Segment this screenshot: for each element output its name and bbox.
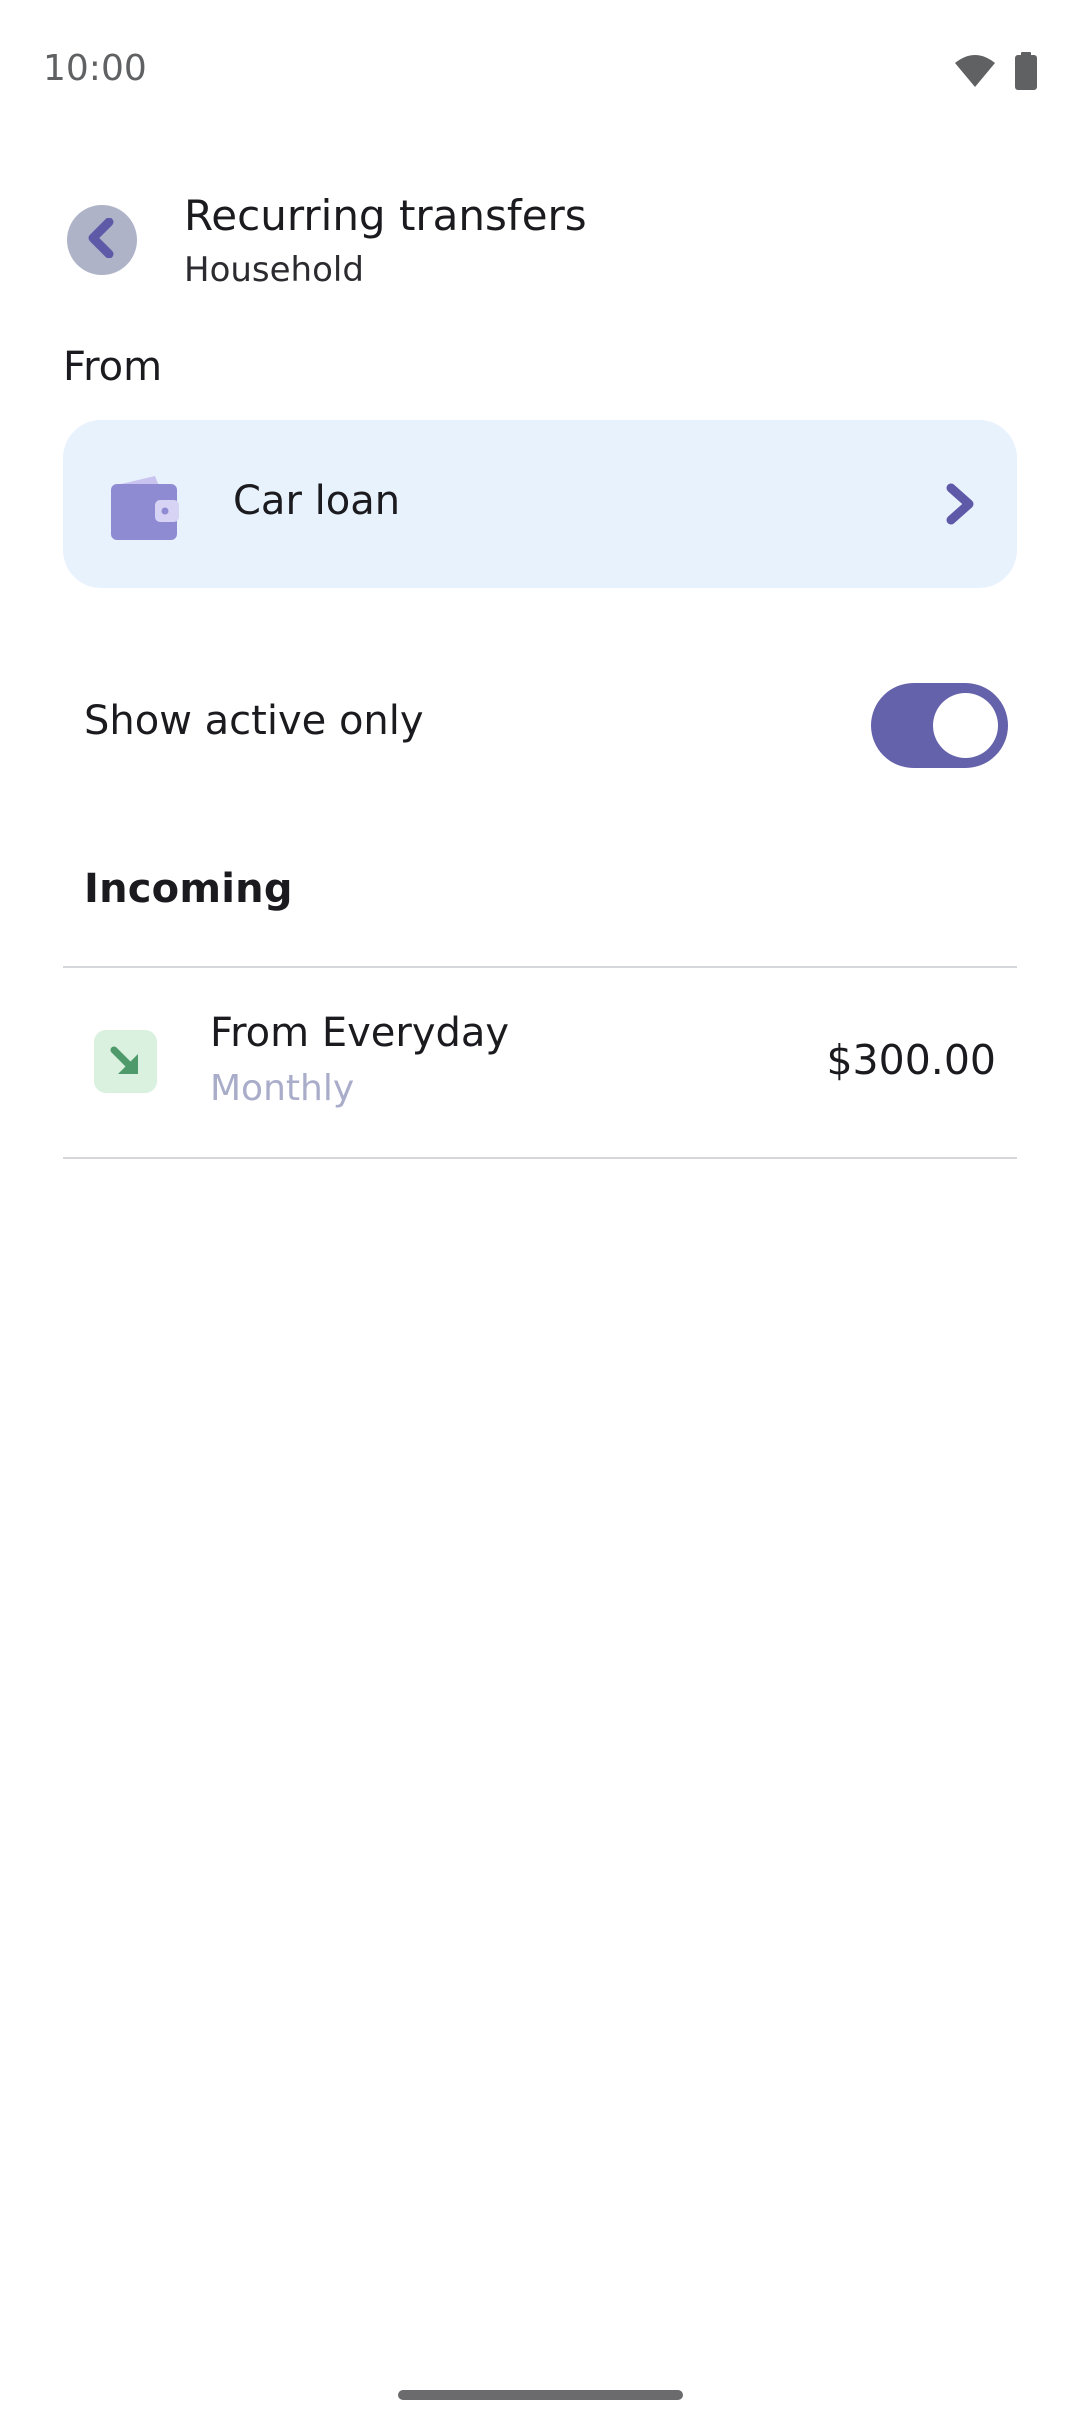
divider [63, 1157, 1017, 1159]
wallet-icon [111, 476, 181, 544]
battery-icon [1015, 52, 1037, 90]
arrow-down-right-icon [94, 1030, 157, 1093]
status-bar: 10:00 [0, 0, 1080, 140]
status-time: 10:00 [43, 48, 147, 89]
wifi-icon [955, 55, 995, 87]
chevron-left-icon [85, 217, 119, 262]
incoming-section-title: Incoming [84, 866, 293, 912]
transfer-title: From Everyday [210, 1010, 510, 1056]
back-button[interactable] [67, 205, 137, 275]
show-active-only-toggle[interactable] [871, 683, 1008, 768]
from-account-selector[interactable]: Car loan [63, 420, 1017, 588]
chevron-right-icon [943, 482, 977, 530]
toggle-knob [933, 693, 998, 758]
home-indicator[interactable] [398, 2390, 683, 2400]
transfer-frequency: Monthly [210, 1068, 355, 1109]
show-active-only-label: Show active only [84, 698, 424, 744]
status-icons [955, 52, 1037, 90]
page-title: Recurring transfers [184, 191, 587, 240]
from-label: From [63, 344, 163, 390]
page-subtitle: Household [184, 250, 364, 290]
title-block: Recurring transfers Household [184, 190, 587, 294]
account-name: Car loan [233, 478, 401, 524]
screen: 10:00 Recurring transfers Household From… [0, 0, 1080, 2424]
list-item[interactable]: From Everyday Monthly $300.00 [63, 968, 1017, 1156]
transfer-amount: $300.00 [826, 1036, 996, 1084]
